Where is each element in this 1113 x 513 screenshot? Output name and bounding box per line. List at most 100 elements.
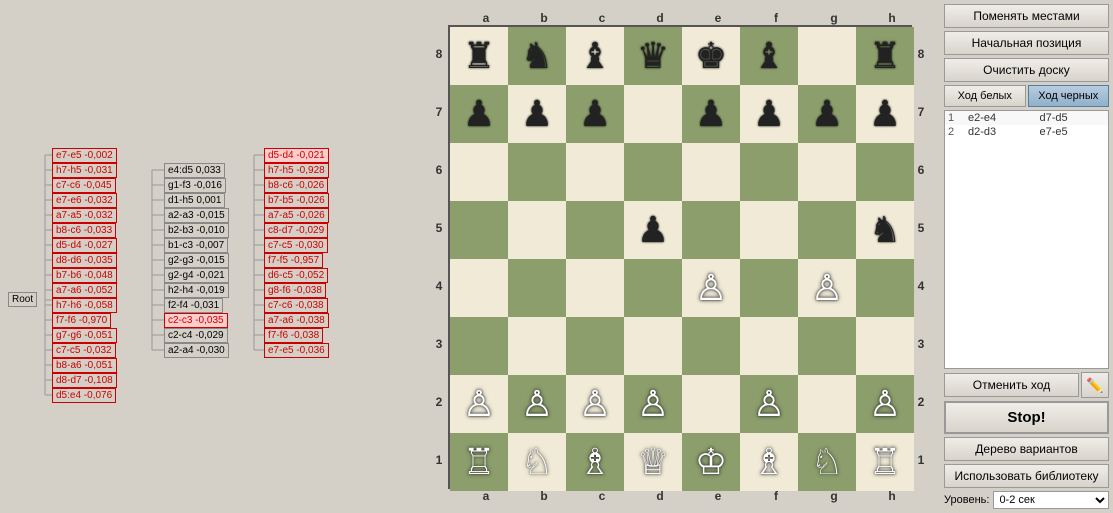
board-cell[interactable]: ♟: [450, 85, 508, 143]
board-cell[interactable]: [798, 143, 856, 201]
board-cell[interactable]: ♟: [508, 85, 566, 143]
board-cell[interactable]: ♜: [450, 27, 508, 85]
board-cell[interactable]: [682, 317, 740, 375]
tree-move[interactable]: b8-c6 -0,033: [52, 223, 116, 238]
tree-move[interactable]: g7-g6 -0,051: [52, 328, 117, 343]
board-cell[interactable]: ♟: [740, 85, 798, 143]
board-cell[interactable]: [508, 317, 566, 375]
tree-move[interactable]: a7-a5 -0,032: [52, 208, 117, 223]
tree-move[interactable]: c7-c5 -0,032: [52, 343, 116, 358]
root-label[interactable]: Root: [8, 292, 37, 307]
initial-position-button[interactable]: Начальная позиция: [944, 31, 1109, 55]
tree-move[interactable]: f7-f6 -0,038: [264, 328, 323, 343]
tree-move[interactable]: f7-f5 -0,957: [264, 253, 323, 268]
board-cell[interactable]: [566, 317, 624, 375]
tree-move[interactable]: d5-d4 -0,027: [52, 238, 117, 253]
board-cell[interactable]: ♝: [566, 27, 624, 85]
tree-move[interactable]: h2-h4 -0,019: [164, 283, 229, 298]
tree-move[interactable]: d1-h5 0,001: [164, 193, 225, 208]
board-cell[interactable]: ♙: [740, 375, 798, 433]
tree-move[interactable]: c7-c6 -0,038: [264, 298, 328, 313]
turn-black-button[interactable]: Ход черных: [1028, 85, 1110, 107]
tree-move[interactable]: f7-f6 -0,970: [52, 313, 111, 328]
board-cell[interactable]: [798, 201, 856, 259]
tree-move[interactable]: f2-f4 -0,031: [164, 298, 223, 313]
tree-move[interactable]: h7-h6 -0,058: [52, 298, 117, 313]
board-cell[interactable]: [450, 317, 508, 375]
stop-button[interactable]: Stop!: [944, 401, 1109, 434]
board-cell[interactable]: [682, 201, 740, 259]
board-cell[interactable]: [450, 259, 508, 317]
board-cell[interactable]: ♘: [798, 433, 856, 491]
move-black[interactable]: d7-d5: [1037, 111, 1109, 125]
tree-move[interactable]: d5-d4 -0,021: [264, 148, 329, 163]
eraser-button[interactable]: ✏️: [1081, 372, 1109, 398]
board-cell[interactable]: [450, 201, 508, 259]
board-cell[interactable]: [740, 143, 798, 201]
board-cell[interactable]: [740, 317, 798, 375]
board-cell[interactable]: ♙: [508, 375, 566, 433]
swap-button[interactable]: Поменять местами: [944, 4, 1109, 28]
board-cell[interactable]: [624, 317, 682, 375]
board-cell[interactable]: ♖: [856, 433, 914, 491]
tree-move[interactable]: c7-c6 -0,045: [52, 178, 116, 193]
board-cell[interactable]: ♙: [682, 259, 740, 317]
board-cell[interactable]: ♚: [682, 27, 740, 85]
board-cell[interactable]: ♕: [624, 433, 682, 491]
board-cell[interactable]: ♘: [508, 433, 566, 491]
tree-move[interactable]: a7-a6 -0,038: [264, 313, 329, 328]
tree-move[interactable]: d6-c5 -0,052: [264, 268, 328, 283]
tree-move[interactable]: e7-e5 -0,002: [52, 148, 117, 163]
tree-move[interactable]: e7-e5 -0,036: [264, 343, 329, 358]
board-cell[interactable]: ♙: [566, 375, 624, 433]
tree-move[interactable]: a7-a5 -0,026: [264, 208, 329, 223]
board-cell[interactable]: [624, 85, 682, 143]
board-cell[interactable]: ♞: [508, 27, 566, 85]
move-black[interactable]: e7-e5: [1037, 125, 1109, 139]
clear-board-button[interactable]: Очистить доску: [944, 58, 1109, 82]
board-cell[interactable]: [682, 375, 740, 433]
board-cell[interactable]: [856, 317, 914, 375]
tree-move[interactable]: g2-g3 -0,015: [164, 253, 229, 268]
board-cell[interactable]: ♟: [566, 85, 624, 143]
undo-button[interactable]: Отменить ход: [944, 373, 1079, 397]
board-cell[interactable]: [740, 259, 798, 317]
tree-move[interactable]: g2-g4 -0,021: [164, 268, 229, 283]
tree-button[interactable]: Дерево вариантов: [944, 437, 1109, 461]
board-cell[interactable]: [508, 143, 566, 201]
move-white[interactable]: e2-e4: [965, 111, 1037, 125]
chess-board[interactable]: ♜♞♝♛♚♝♜♟♟♟♟♟♟♟♟♞♙♙♙♙♙♙♙♙♖♘♗♕♔♗♘♖: [448, 25, 912, 489]
board-cell[interactable]: ♙: [856, 375, 914, 433]
board-cell[interactable]: ♙: [798, 259, 856, 317]
move-white[interactable]: d2-d3: [965, 125, 1037, 139]
library-button[interactable]: Использовать библиотеку: [944, 464, 1109, 488]
tree-move[interactable]: d8-d6 -0,035: [52, 253, 117, 268]
board-cell[interactable]: ♙: [624, 375, 682, 433]
tree-move[interactable]: e4:d5 0,033: [164, 163, 225, 178]
board-cell[interactable]: [856, 143, 914, 201]
board-cell[interactable]: [566, 143, 624, 201]
board-cell[interactable]: ♝: [740, 27, 798, 85]
tree-move[interactable]: c2-c3 -0,035: [164, 313, 228, 328]
board-cell[interactable]: ♗: [566, 433, 624, 491]
board-cell[interactable]: ♟: [624, 201, 682, 259]
board-cell[interactable]: [450, 143, 508, 201]
board-cell[interactable]: [856, 259, 914, 317]
level-select[interactable]: 0-2 сек 2-5 сек 5-10 сек ∞: [993, 491, 1109, 509]
board-cell[interactable]: ♔: [682, 433, 740, 491]
tree-move[interactable]: g1-f3 -0,016: [164, 178, 226, 193]
tree-move[interactable]: h7-h5 -0,928: [264, 163, 329, 178]
tree-move[interactable]: c8-d7 -0,029: [264, 223, 328, 238]
tree-move[interactable]: a2-a3 -0,015: [164, 208, 229, 223]
board-cell[interactable]: [798, 317, 856, 375]
board-cell[interactable]: ♙: [450, 375, 508, 433]
tree-move[interactable]: b1-c3 -0,007: [164, 238, 228, 253]
turn-white-button[interactable]: Ход белых: [944, 85, 1026, 107]
tree-move[interactable]: c2-c4 -0,029: [164, 328, 228, 343]
tree-move[interactable]: h7-h5 -0,031: [52, 163, 117, 178]
tree-move[interactable]: d5:e4 -0,076: [52, 388, 116, 403]
board-cell[interactable]: [624, 259, 682, 317]
tree-move[interactable]: b7-b5 -0,026: [264, 193, 329, 208]
board-cell[interactable]: ♟: [856, 85, 914, 143]
tree-move[interactable]: b8-a6 -0,051: [52, 358, 117, 373]
